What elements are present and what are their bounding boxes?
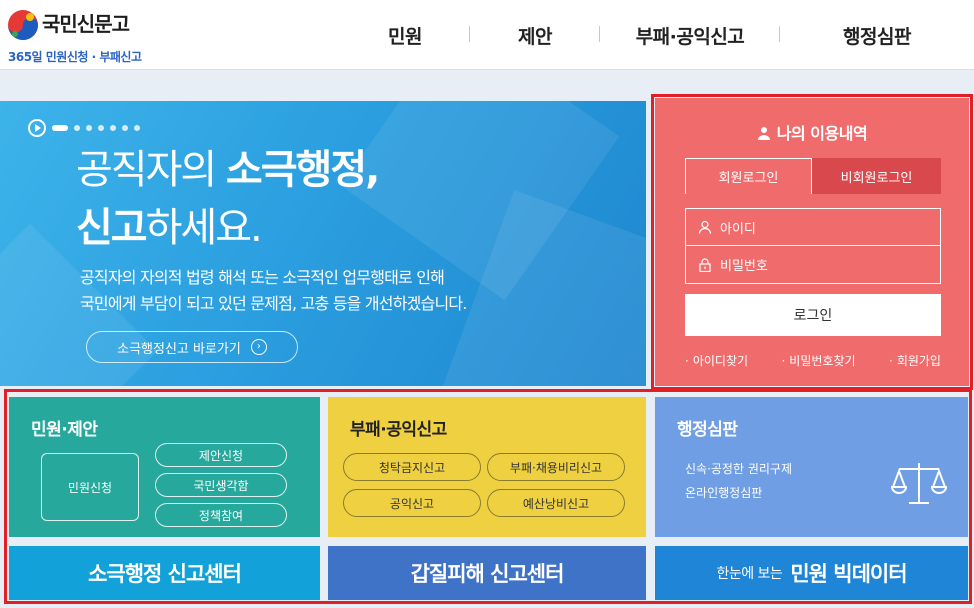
login-panel: 나의 이용내역 회원로그인 비회원로그인 아이디 비밀번호 로그인 아이디찾기 …	[655, 98, 969, 386]
nav-label: 부패·공익신고	[635, 25, 745, 48]
hero-headline-line1: 공직자의 소극행정,	[76, 137, 380, 195]
login-button[interactable]: 로그인	[685, 294, 941, 336]
bigdata-banner[interactable]: 한눈에 보는 민원 빅데이터	[655, 546, 968, 600]
nav-administrative-appeal[interactable]: 행정심판	[780, 22, 974, 49]
appeal-desc-line1: 신속·공정한 권리구제	[685, 462, 792, 476]
solicitation-report-button[interactable]: 청탁금지신고	[343, 453, 481, 481]
hero-text-bold: 신고	[76, 205, 148, 251]
panel-administrative-appeal[interactable]: 행정심판 신속·공정한 권리구제 온라인행정심판	[655, 397, 968, 537]
panel-title: 민원·제안	[31, 420, 98, 440]
taegeuk-logo-icon	[8, 10, 38, 40]
nav-label: 민원	[388, 25, 422, 48]
slide-dot[interactable]	[52, 125, 68, 131]
password-field[interactable]: 비밀번호	[685, 246, 941, 284]
logo-title: 국민신문고	[42, 12, 130, 36]
panel-title: 행정심판	[677, 420, 738, 440]
slide-dot[interactable]	[122, 125, 128, 131]
hero-headline-line2: 신고하세요.	[76, 195, 263, 253]
passive-admin-report-link[interactable]: 소극행정신고 바로가기 ›	[86, 331, 298, 363]
id-field[interactable]: 아이디	[685, 208, 941, 246]
slide-dot[interactable]	[74, 125, 80, 131]
hero-banner[interactable]: 공직자의 소극행정, 신고하세요. 공직자의 자의적 법령 해석 또는 소극적인…	[0, 101, 646, 386]
tab-nonmember-login[interactable]: 비회원로그인	[812, 158, 941, 194]
hero-desc-line2: 국민에게 부담이 되고 있던 문제점, 고충 등을 개선하겠습니다.	[80, 294, 467, 313]
panel-title: 부패·공익신고	[350, 420, 447, 440]
signup-link[interactable]: 회원가입	[889, 352, 941, 369]
chevron-right-icon: ›	[250, 339, 267, 355]
play-icon[interactable]	[28, 119, 46, 137]
nav-corruption-report[interactable]: 부패·공익신고	[600, 22, 780, 49]
lock-icon	[699, 257, 711, 272]
bigdata-banner-small: 한눈에 보는	[716, 566, 783, 582]
login-title: 나의 이용내역	[655, 120, 969, 144]
public-interest-report-button[interactable]: 공익신고	[343, 489, 481, 517]
hiring-corruption-report-button[interactable]: 부패·채용비리신고	[487, 453, 625, 481]
budget-waste-report-button[interactable]: 예산낭비신고	[487, 489, 625, 517]
user-icon	[757, 127, 770, 140]
login-tabs: 회원로그인 비회원로그인	[685, 158, 941, 194]
find-id-link[interactable]: 아이디찾기	[685, 352, 748, 369]
slide-dot[interactable]	[98, 125, 104, 131]
proposal-button[interactable]: 제안신청	[155, 443, 287, 467]
login-links: 아이디찾기 비밀번호찾기 회원가입	[685, 352, 941, 369]
panel-civil-proposal: 민원·제안 민원신청 제안신청 국민생각함 정책참여	[9, 397, 320, 537]
slide-dot[interactable]	[134, 125, 140, 131]
hero-button-label: 소극행정신고 바로가기	[117, 341, 241, 357]
scales-of-justice-icon	[891, 463, 947, 504]
nav-label: 제안	[518, 25, 552, 48]
civil-petition-button[interactable]: 민원신청	[41, 453, 139, 521]
password-placeholder: 비밀번호	[720, 259, 768, 274]
page: 국민신문고 365일 민원신청 · 부패신고 민원 제안 부패·공익신고 행정심…	[0, 0, 974, 608]
slide-controls	[28, 119, 140, 137]
main-nav: 민원 제안 부패·공익신고 행정심판	[340, 0, 974, 70]
login-title-text: 나의 이용내역	[776, 124, 868, 143]
id-placeholder: 아이디	[720, 221, 756, 237]
appeal-desc-line2: 온라인행정심판	[685, 486, 763, 500]
hero-desc-line1: 공직자의 자의적 법령 해석 또는 소극적인 업무행태로 인해	[80, 268, 445, 287]
panel-corruption-report: 부패·공익신고 청탁금지신고 부패·채용비리신고 공익신고 예산낭비신고	[328, 397, 646, 537]
hero-text: 하세요.	[145, 205, 263, 251]
bigdata-banner-big: 민원 빅데이터	[790, 562, 907, 586]
policy-participation-button[interactable]: 정책참여	[155, 503, 287, 527]
slide-dot[interactable]	[110, 125, 116, 131]
passive-admin-center-banner[interactable]: 소극행정 신고센터	[9, 546, 320, 600]
nav-label: 행정심판	[843, 25, 911, 48]
slide-dot[interactable]	[86, 125, 92, 131]
hero-text: 공직자의	[76, 147, 226, 193]
logo[interactable]: 국민신문고 365일 민원신청 · 부패신고	[4, 4, 164, 66]
nav-proposal[interactable]: 제안	[470, 22, 600, 49]
user-outline-icon	[698, 220, 712, 234]
tab-member-login[interactable]: 회원로그인	[685, 158, 812, 194]
gapjil-center-banner[interactable]: 갑질피해 신고센터	[328, 546, 646, 600]
public-opinion-button[interactable]: 국민생각함	[155, 473, 287, 497]
nav-civil-petition[interactable]: 민원	[340, 22, 470, 49]
header: 국민신문고 365일 민원신청 · 부패신고 민원 제안 부패·공익신고 행정심…	[0, 0, 974, 70]
logo-subtitle: 365일 민원신청 · 부패신고	[8, 50, 142, 64]
find-password-link[interactable]: 비밀번호찾기	[781, 352, 855, 369]
hero-text-bold: 소극행정,	[225, 147, 380, 193]
hero-description: 공직자의 자의적 법령 해석 또는 소극적인 업무행태로 인해 국민에게 부담이…	[80, 265, 467, 317]
appeal-description: 신속·공정한 권리구제 온라인행정심판	[685, 457, 792, 505]
